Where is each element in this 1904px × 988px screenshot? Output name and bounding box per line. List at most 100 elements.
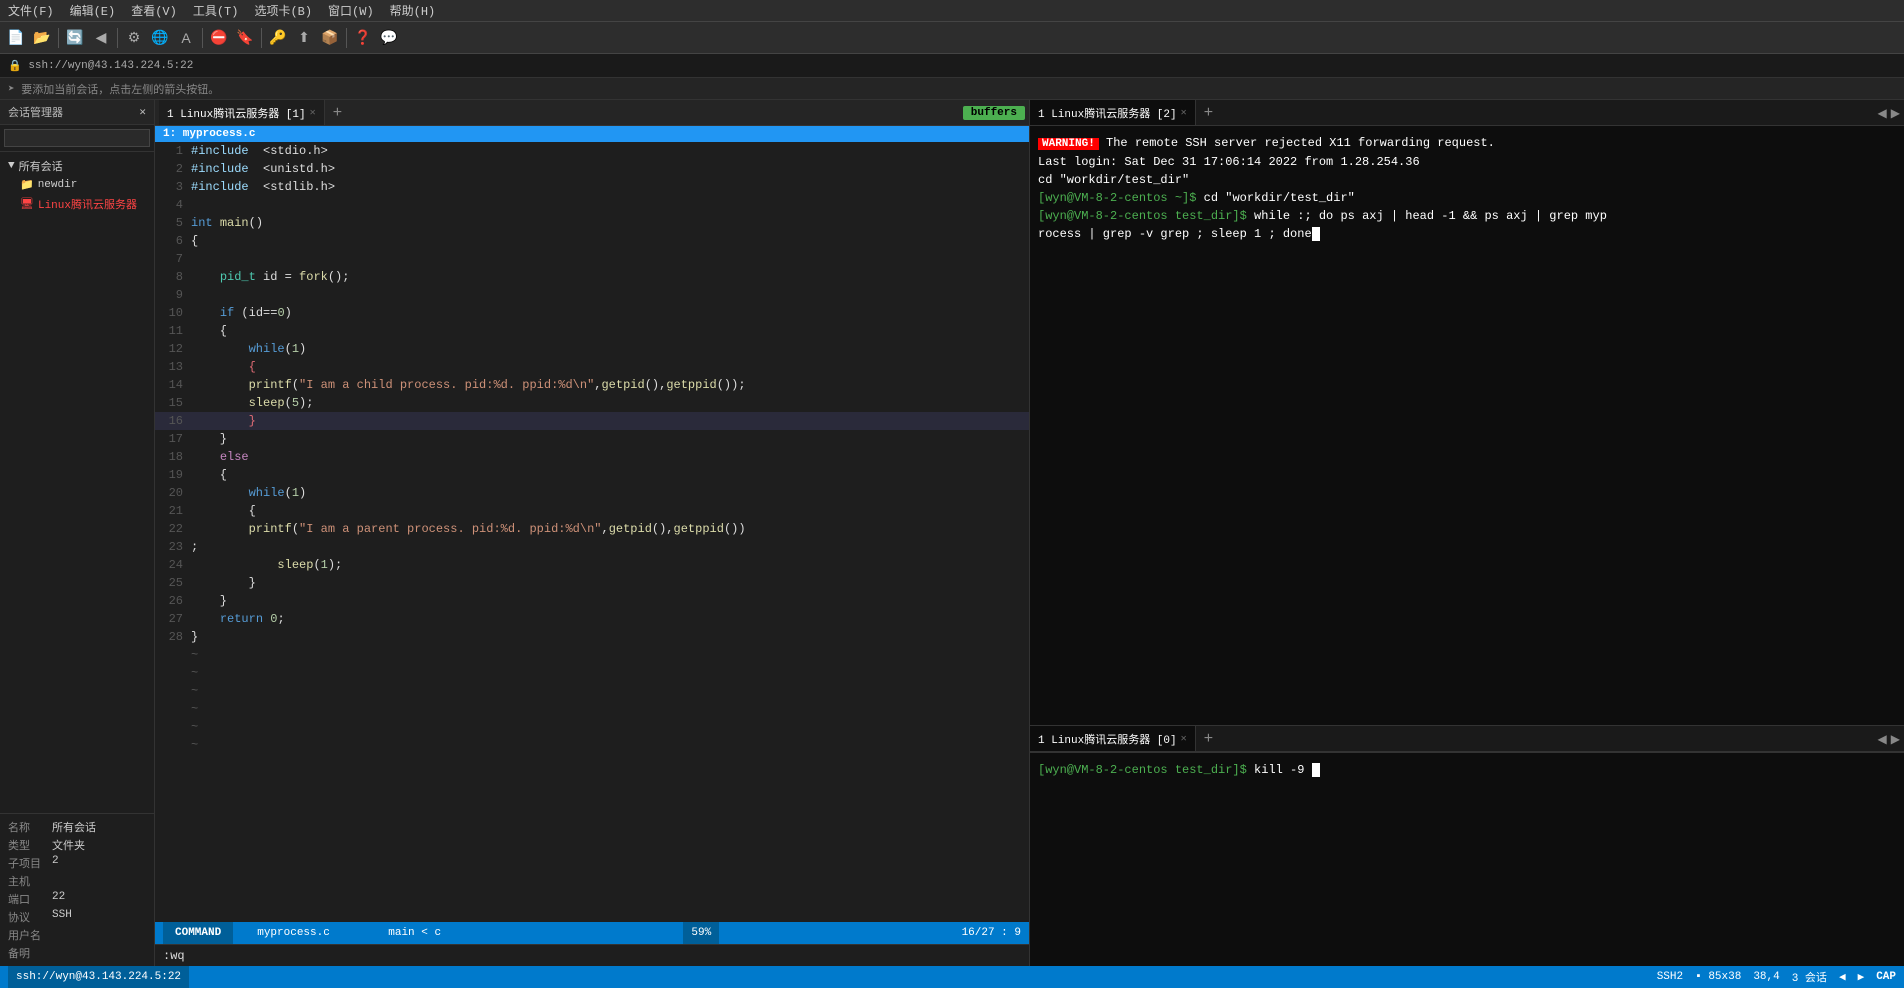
terminal-1-tab-close[interactable]: ✕	[1181, 107, 1187, 119]
server-icon: 🖥	[20, 197, 34, 211]
code-line-13: 13 {	[155, 358, 1029, 376]
toolbar-refresh[interactable]: 🔄	[63, 26, 87, 50]
code-line-27: 27 return 0;	[155, 610, 1029, 628]
file-header: 1: myprocess.c	[155, 126, 1029, 142]
status-separator1	[346, 927, 372, 939]
prop-note: 备明	[4, 944, 150, 962]
code-line-4: 4	[155, 196, 1029, 214]
code-line-15: 15 sleep(5);	[155, 394, 1029, 412]
prop-username: 用户名	[4, 926, 150, 944]
menu-view[interactable]: 查看(V)	[127, 0, 181, 21]
toolbar-sep1	[58, 28, 59, 48]
status-nav-right[interactable]: ▶	[1858, 970, 1865, 984]
toolbar-font[interactable]: A	[174, 26, 198, 50]
tree-item-all-sessions[interactable]: ▼ 所有会话	[0, 156, 154, 176]
prop-subitem: 子项目 2	[4, 854, 150, 872]
code-line-18: 18 else	[155, 448, 1029, 466]
code-line-tilde-3: ~	[155, 682, 1029, 700]
editor-status-bar: COMMAND myprocess.c main < c 59% 16/27 :…	[155, 922, 1029, 944]
tree-item-newdir[interactable]: 📁 newdir	[0, 176, 154, 194]
vim-mode: COMMAND	[163, 922, 233, 944]
tab-add-button[interactable]: +	[325, 104, 351, 122]
status-ssh-text: ssh://wyn@43.143.224.5:22	[16, 971, 181, 983]
menu-bar: 文件(F) 编辑(E) 查看(V) 工具(T) 选项卡(B) 窗口(W) 帮助(…	[0, 0, 1904, 22]
editor-tab-1[interactable]: 1 Linux腾讯云服务器 [1] ✕	[159, 100, 325, 125]
terminal-1-add-tab[interactable]: +	[1196, 104, 1222, 122]
code-line-16: 16 }	[155, 412, 1029, 430]
buffer-tag: buffers	[963, 106, 1025, 120]
status-nav-left[interactable]: ◀	[1839, 970, 1846, 984]
menu-tabs[interactable]: 选项卡(B)	[250, 0, 316, 21]
code-line-26: 26 }	[155, 592, 1029, 610]
toolbar-chat[interactable]: 💬	[377, 26, 401, 50]
tree-expand-icon: ▼	[8, 160, 15, 172]
toolbar-back[interactable]: ◀	[89, 26, 113, 50]
terminal-2-nav-left[interactable]: ◀	[1878, 732, 1887, 746]
terminal-2-content[interactable]: [wyn@VM-8-2-centos test_dir]$ kill -9	[1030, 752, 1904, 952]
menu-edit[interactable]: 编辑(E)	[66, 0, 120, 21]
code-line-17: 17 }	[155, 430, 1029, 448]
prop-type: 类型 文件夹	[4, 836, 150, 854]
terminal-1-tab[interactable]: 1 Linux腾讯云服务器 [2] ✕	[1030, 100, 1196, 125]
toolbar-stop[interactable]: ⛔	[207, 26, 231, 50]
code-line-23: 23 ;	[155, 538, 1029, 556]
terminal-2-nav-right[interactable]: ▶	[1891, 732, 1900, 746]
code-line-tilde-2: ~	[155, 664, 1029, 682]
sidebar-search-input[interactable]	[4, 129, 150, 147]
arrow-icon: ➤	[8, 82, 15, 96]
menu-file[interactable]: 文件(F)	[4, 0, 58, 21]
tree-item-newdir-label: newdir	[38, 179, 78, 191]
terminal-1-line-2: Last login: Sat Dec 31 17:06:14 2022 fro…	[1038, 153, 1896, 171]
tab-1-close[interactable]: ✕	[310, 107, 316, 119]
tree-item-linux-server[interactable]: 🖥 Linux腾讯云服务器	[0, 194, 154, 214]
sidebar-collapse-icon[interactable]: ✕	[139, 105, 146, 119]
toolbar-config[interactable]: ⚙	[122, 26, 146, 50]
toolbar-new[interactable]: 📄	[4, 26, 28, 50]
ssh-icon: 🔒	[8, 59, 22, 73]
menu-window[interactable]: 窗口(W)	[324, 0, 378, 21]
code-line-5: 5 int main()	[155, 214, 1029, 232]
toolbar-globe[interactable]: 🌐	[148, 26, 172, 50]
code-area[interactable]: 1 #include <stdio.h> 2 #include <unistd.…	[155, 142, 1029, 922]
terminal-2-line-1: [wyn@VM-8-2-centos test_dir]$ kill -9	[1038, 761, 1896, 779]
prop-name: 名称 所有会话	[4, 818, 150, 836]
terminal-2-tab[interactable]: 1 Linux腾讯云服务器 [0] ✕	[1030, 726, 1196, 751]
toolbar-help[interactable]: ❓	[351, 26, 375, 50]
code-line-3: 3 #include <stdlib.h>	[155, 178, 1029, 196]
code-line-12: 12 while(1)	[155, 340, 1029, 358]
terminal-1-line-1: WARNING! The remote SSH server rejected …	[1038, 134, 1896, 153]
editor-tab-bar: 1 Linux腾讯云服务器 [1] ✕ + buffers	[155, 100, 1029, 126]
code-line-tilde-1: ~	[155, 646, 1029, 664]
notification-bar: ➤ 要添加当前会话，点击左侧的箭头按钮。	[0, 78, 1904, 100]
toolbar-bookmark[interactable]: 🔖	[233, 26, 257, 50]
toolbar-open[interactable]: 📂	[30, 26, 54, 50]
main-layout: 会话管理器 ✕ ▼ 所有会话 📁 newdir 🖥 Linux腾讯云服务器 名称	[0, 100, 1904, 966]
code-line-tilde-6: ~	[155, 736, 1029, 754]
terminal-bottom-container: 1 Linux腾讯云服务器 [0] ✕ + ◀ ▶ [wyn@VM-8-2-ce…	[1030, 726, 1904, 966]
toolbar-download[interactable]: 📦	[318, 26, 342, 50]
tab-1-label: 1 Linux腾讯云服务器 [1]	[167, 105, 306, 121]
code-line-9: 9	[155, 286, 1029, 304]
terminal-1-content[interactable]: WARNING! The remote SSH server rejected …	[1030, 126, 1904, 725]
toolbar-upload[interactable]: ⬆	[292, 26, 316, 50]
terminal-2-tab-close[interactable]: ✕	[1181, 733, 1187, 745]
address-text[interactable]: ssh://wyn@43.143.224.5:22	[28, 60, 193, 72]
terminal-2-tab-bar: 1 Linux腾讯云服务器 [0] ✕ + ◀ ▶	[1030, 726, 1904, 752]
terminal-1-line-3: cd "workdir/test_dir"	[1038, 171, 1896, 189]
toolbar-sep3	[202, 28, 203, 48]
menu-tools[interactable]: 工具(T)	[189, 0, 243, 21]
code-line-28: 28 }	[155, 628, 1029, 646]
code-line-21: 21 {	[155, 502, 1029, 520]
status-ssh2: SSH2	[1657, 971, 1683, 983]
editor-percent: 59%	[683, 922, 719, 944]
terminal-1-nav-left[interactable]: ◀	[1878, 106, 1887, 120]
menu-help[interactable]: 帮助(H)	[386, 0, 440, 21]
status-cols: ▪ 85x38	[1695, 971, 1741, 983]
terminal-2-cursor	[1312, 763, 1320, 777]
terminal-2-add-tab[interactable]: +	[1196, 730, 1222, 748]
terminal-1-cursor	[1312, 227, 1320, 241]
terminal-1-nav-right[interactable]: ▶	[1891, 106, 1900, 120]
sidebar: 会话管理器 ✕ ▼ 所有会话 📁 newdir 🖥 Linux腾讯云服务器 名称	[0, 100, 155, 966]
toolbar-key[interactable]: 🔑	[266, 26, 290, 50]
toolbar-sep2	[117, 28, 118, 48]
